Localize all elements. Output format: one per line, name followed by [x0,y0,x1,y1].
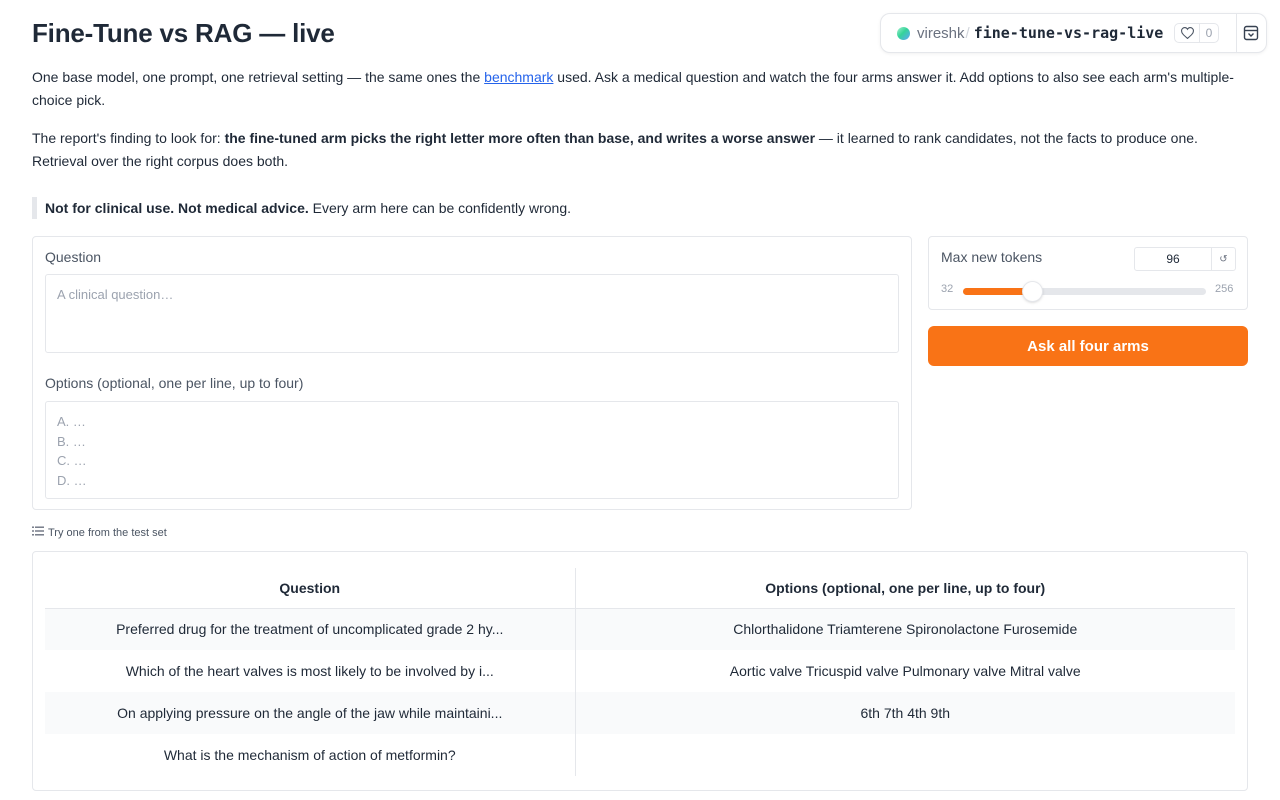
list-icon [32,526,44,539]
max-tokens-value[interactable]: 96 [1135,248,1211,270]
intro-paragraph: One base model, one prompt, one retrieva… [32,66,1242,112]
disclaimer-text: Every arm here can be confidently wrong. [308,200,571,216]
example-question[interactable]: On applying pressure on the angle of the… [45,692,576,734]
example-question[interactable]: Which of the heart valves is most likely… [45,650,576,692]
benchmark-link[interactable]: benchmark [484,69,553,85]
intro-text: One base model, one prompt, one retrieva… [32,69,485,85]
space-separator: / [965,24,970,42]
example-row[interactable]: What is the mechanism of action of metfo… [45,734,1235,776]
example-options[interactable]: Aortic valve Tricuspid valve Pulmonary v… [575,650,1235,692]
column-header-question: Question [45,568,576,609]
max-tokens-panel: Max new tokens 96 ↺ 32 256 [928,236,1248,310]
finding-highlight: the fine-tuned arm picks the right lette… [224,130,816,146]
examples-table: Question Options (optional, one per line… [45,568,1235,776]
example-question[interactable]: What is the mechanism of action of metfo… [45,734,576,776]
example-options[interactable]: 6th 7th 4th 9th [575,692,1235,734]
example-row[interactable]: On applying pressure on the angle of the… [45,692,1235,734]
max-tokens-number-input[interactable]: 96 ↺ [1134,247,1236,271]
space-name[interactable]: fine-tune-vs-rag-live [974,24,1164,42]
input-panel: Question A clinical question… Options (o… [32,236,912,510]
finding-text: The report's finding to look for: [32,130,225,146]
example-row[interactable]: Which of the heart valves is most likely… [45,650,1235,692]
slider-max-label: 256 [1215,283,1234,295]
like-count: 0 [1199,24,1218,42]
space-owner[interactable]: vireshk [917,25,965,42]
badge-divider [1236,14,1237,52]
space-avatar-icon [897,26,910,40]
options-label: Options (optional, one per line, up to f… [45,375,304,391]
space-badge: vireshk / fine-tune-vs-rag-live 0 [880,13,1267,53]
examples-header-row: Question Options (optional, one per line… [45,568,1235,609]
examples-label-text: Try one from the test set [48,526,167,539]
finding-paragraph: The report's finding to look for: the fi… [32,127,1242,173]
example-options[interactable]: Chlorthalidone Triamterene Spironolacton… [575,608,1235,650]
slider-thumb[interactable] [1023,282,1043,301]
heart-icon [1175,24,1199,42]
example-options[interactable] [575,734,1235,776]
options-input[interactable]: A. … B. … C. … D. … [45,401,899,499]
examples-label: Try one from the test set [32,526,167,539]
examples-panel: Question Options (optional, one per line… [32,551,1248,791]
max-tokens-slider[interactable] [963,282,1206,301]
disclaimer-bold: Not for clinical use. Not medical advice… [45,200,309,216]
collapse-header-icon[interactable] [1241,23,1261,43]
example-row[interactable]: Preferred drug for the treatment of unco… [45,608,1235,650]
ask-all-arms-button[interactable]: Ask all four arms [928,326,1248,366]
disclaimer-callout: Not for clinical use. Not medical advice… [32,197,571,219]
reset-icon[interactable]: ↺ [1211,248,1235,270]
question-label: Question [45,249,102,265]
like-button[interactable]: 0 [1174,23,1219,43]
example-question[interactable]: Preferred drug for the treatment of unco… [45,608,576,650]
question-input[interactable]: A clinical question… [45,274,899,353]
column-header-options: Options (optional, one per line, up to f… [575,568,1235,609]
max-tokens-label: Max new tokens [941,249,1043,265]
slider-fill [963,288,1033,295]
page-title: Fine-Tune vs RAG — live [32,18,335,48]
slider-min-label: 32 [941,283,954,295]
